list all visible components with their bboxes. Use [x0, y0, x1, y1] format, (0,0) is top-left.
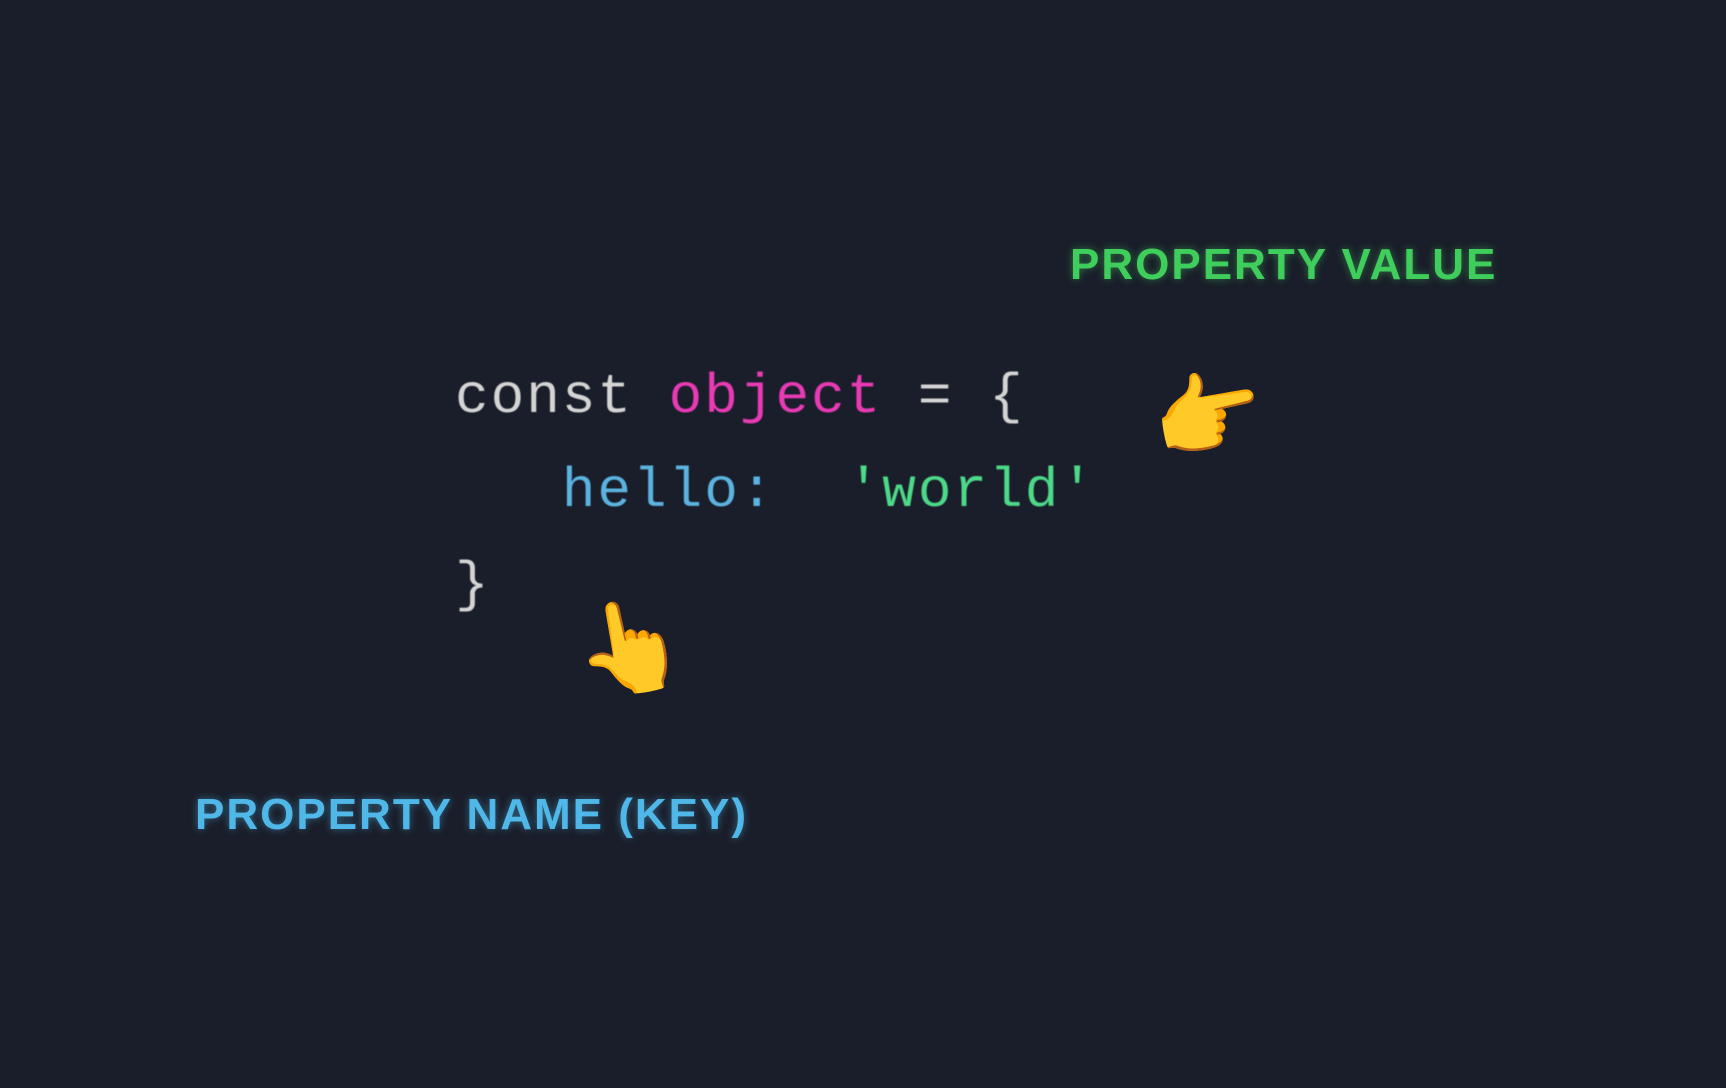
colon: : [740, 459, 776, 523]
variable-name: object [669, 365, 883, 429]
property-key: hello [562, 459, 740, 523]
property-value-label: PROPERTY VALUE [1070, 240, 1497, 290]
brace-close: } [455, 553, 491, 617]
pointing-hand-key-icon: 👆 [568, 601, 694, 709]
equals-operator: = [918, 365, 954, 429]
pointing-hand-value-icon: 👆 [1147, 352, 1255, 478]
keyword-const: const [455, 365, 633, 429]
indent [455, 459, 562, 523]
code-snippet: const object = { hello: 'world' } [455, 350, 1096, 632]
brace-open: { [989, 365, 1025, 429]
property-key-label: PROPERTY NAME (KEY) [195, 790, 748, 840]
property-value: 'world' [847, 459, 1096, 523]
